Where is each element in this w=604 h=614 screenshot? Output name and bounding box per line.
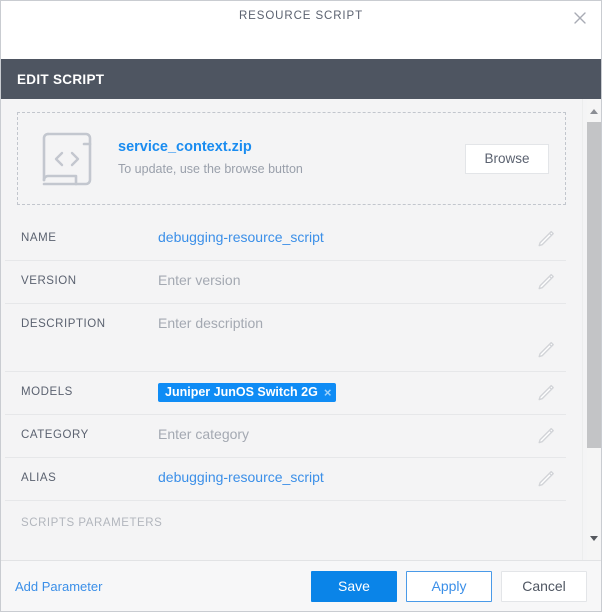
file-dropzone[interactable]: service_context.zip To update, use the b… (17, 112, 566, 205)
dialog-titlebar: RESOURCE SCRIPT (1, 1, 601, 59)
alias-value[interactable]: debugging-resource_script (158, 469, 324, 485)
field-value-name: debugging-resource_script (158, 218, 532, 247)
cancel-button[interactable]: Cancel (501, 570, 587, 602)
field-value-models: Juniper JunOS Switch 2G × (158, 372, 532, 402)
section-header-label: EDIT SCRIPT (17, 71, 105, 87)
pencil-icon[interactable] (532, 337, 558, 363)
form-row-alias: ALIAS debugging-resource_script (5, 458, 566, 501)
caret-up-icon[interactable] (587, 103, 601, 119)
form-row-description: DESCRIPTION Enter description (5, 304, 566, 372)
caret-down-icon[interactable] (587, 530, 601, 546)
dialog-body: service_context.zip To update, use the b… (1, 99, 601, 560)
model-chip[interactable]: Juniper JunOS Switch 2G × (158, 383, 337, 402)
field-value-version: Enter version (158, 261, 532, 290)
description-input[interactable]: Enter description (158, 315, 263, 331)
field-label-version: VERSION (21, 275, 77, 287)
category-input[interactable]: Enter category (158, 426, 249, 442)
name-value[interactable]: debugging-resource_script (158, 229, 324, 245)
add-parameter-link[interactable]: Add Parameter (15, 579, 102, 594)
pencil-icon[interactable] (532, 226, 558, 252)
section-header: EDIT SCRIPT (1, 59, 601, 99)
dialog-footer: Add Parameter Save Apply Cancel (1, 560, 601, 611)
chip-remove-icon[interactable]: × (324, 386, 332, 399)
close-icon[interactable] (567, 5, 593, 31)
form-row-name: NAME debugging-resource_script (5, 218, 566, 261)
save-button[interactable]: Save (311, 570, 397, 602)
form-row-category: CATEGORY Enter category (5, 415, 566, 458)
uploaded-filename[interactable]: service_context.zip (118, 139, 465, 156)
dialog-title: RESOURCE SCRIPT (238, 10, 364, 22)
field-label-category: CATEGORY (21, 429, 89, 441)
form-row-models: MODELS Juniper JunOS Switch 2G × (5, 372, 566, 415)
pencil-icon[interactable] (532, 380, 558, 406)
field-label-name: NAME (21, 232, 57, 244)
field-label-models: MODELS (21, 386, 73, 398)
field-label-description: DESCRIPTION (21, 318, 106, 330)
pencil-icon[interactable] (532, 423, 558, 449)
vertical-scrollbar[interactable] (582, 99, 601, 560)
pencil-icon[interactable] (532, 466, 558, 492)
scripts-parameters-header: SCRIPTS PARAMETERS (21, 517, 163, 529)
field-value-category: Enter category (158, 415, 532, 444)
scroll-content: service_context.zip To update, use the b… (1, 99, 582, 560)
browse-button[interactable]: Browse (465, 143, 549, 174)
code-file-icon (40, 127, 100, 191)
field-value-alias: debugging-resource_script (158, 458, 532, 487)
field-label-alias: ALIAS (21, 472, 57, 484)
resource-script-dialog: RESOURCE SCRIPT EDIT SCRIPT service_cont… (0, 0, 602, 612)
script-form: NAME debugging-resource_script VERSION E… (5, 218, 566, 539)
model-chip-label: Juniper JunOS Switch 2G (165, 385, 318, 400)
version-input[interactable]: Enter version (158, 272, 240, 288)
form-row-version: VERSION Enter version (5, 261, 566, 304)
dropzone-hint: To update, use the browse button (118, 162, 303, 177)
apply-button[interactable]: Apply (406, 570, 492, 602)
scrollbar-thumb[interactable] (587, 122, 601, 448)
dropzone-texts: service_context.zip To update, use the b… (118, 139, 465, 177)
field-value-description: Enter description (158, 304, 532, 333)
pencil-icon[interactable] (532, 269, 558, 295)
